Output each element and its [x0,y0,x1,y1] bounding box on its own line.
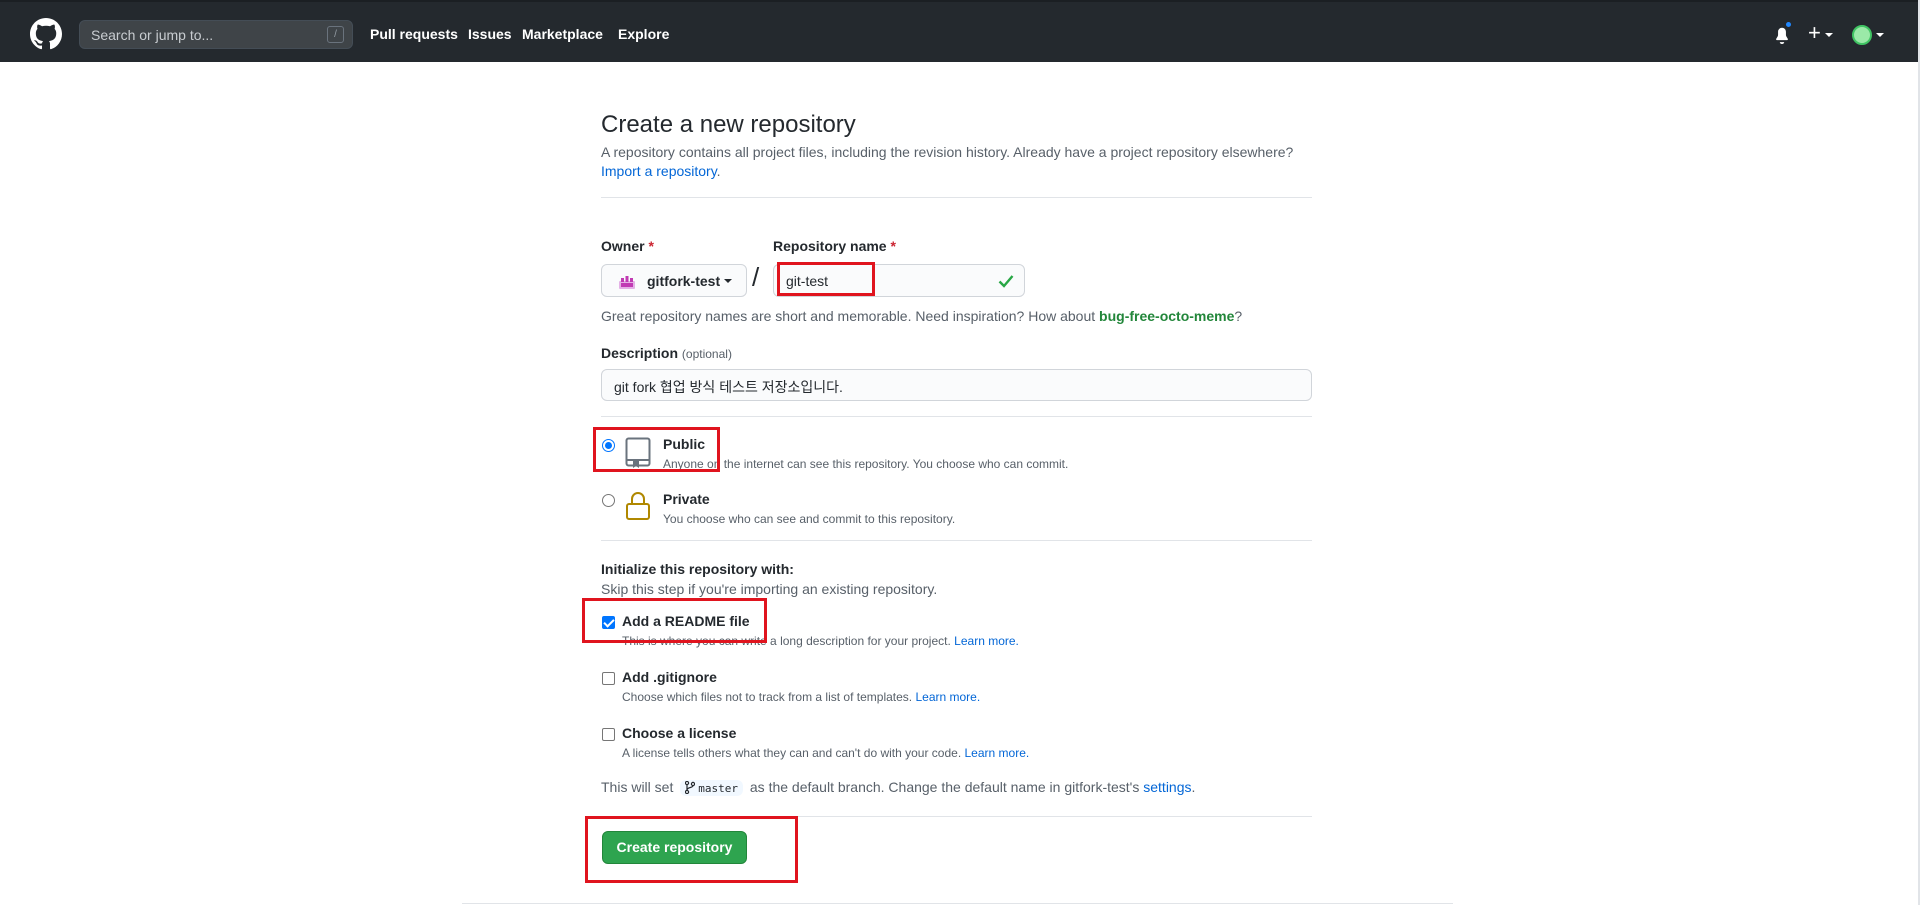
public-description: Anyone on the internet can see this repo… [663,457,1069,471]
user-menu-caret-icon[interactable] [1876,33,1884,37]
optional-tag: (optional) [681,347,732,361]
create-new-caret-icon[interactable] [1825,33,1833,37]
suggested-name-link[interactable]: bug-free-octo-meme [1099,308,1234,324]
branch-note-suffix: . [1191,779,1196,795]
user-avatar[interactable] [1852,25,1872,45]
branch-note-prefix: This will set [601,779,674,795]
create-new-icon[interactable]: + [1808,22,1821,44]
readme-learn-more-link[interactable]: Learn more. [954,634,1019,648]
global-header: Search or jump to... / Pull requests Iss… [0,0,1918,62]
owner-avatar-icon [619,276,635,289]
repo-name-label-text: Repository name [773,238,887,254]
unread-indicator-dot [1784,20,1793,29]
description-label: Description (optional) [601,345,732,361]
lock-icon [626,492,650,520]
gitignore-title: Add .gitignore [622,669,717,685]
search-placeholder: Search or jump to... [91,27,214,43]
import-link-suffix: . [716,163,721,179]
owner-label: Owner * [601,238,654,254]
import-repository-link[interactable]: Import a repository [601,163,717,179]
license-learn-more-link[interactable]: Learn more. [965,746,1030,760]
license-description: A license tells others what they can and… [622,746,1029,760]
owner-name: gitfork-test [647,273,721,289]
repo-name-label: Repository name * [773,238,896,254]
annotation-highlight-readme [582,598,767,643]
search-input[interactable]: Search or jump to... / [79,20,353,49]
owner-label-text: Owner [601,238,645,254]
page-title: Create a new repository [601,111,856,138]
hint-suffix: ? [1234,308,1243,324]
annotation-highlight-public [593,427,720,472]
annotation-highlight-repo-name [777,262,875,296]
footer-divider [462,903,1453,904]
page-subtitle: A repository contains all project files,… [601,144,1294,160]
divider [601,197,1312,198]
description-value: git fork 협업 방식 테스트 저장소입니다. [614,379,843,395]
initialize-heading: Initialize this repository with: [601,561,794,577]
required-mark: * [648,238,654,254]
divider [601,416,1312,417]
gitignore-checkbox[interactable] [602,672,615,685]
annotation-highlight-create-button [585,816,798,883]
settings-link[interactable]: settings [1143,779,1191,795]
license-description-text: A license tells others what they can and… [622,746,962,760]
private-title: Private [663,491,710,507]
gitignore-description: Choose which files not to track from a l… [622,690,980,704]
gitignore-learn-more-link[interactable]: Learn more. [915,690,980,704]
owner-select[interactable]: gitfork-test [601,264,747,297]
private-description: You choose who can see and commit to thi… [663,512,956,526]
valid-check-icon [998,275,1014,288]
gitignore-description-text: Choose which files not to track from a l… [622,690,913,704]
description-label-text: Description [601,345,679,361]
github-logo-icon[interactable] [30,18,62,50]
default-branch-note: This will set master as the default bran… [601,779,1195,796]
nav-issues[interactable]: Issues [468,26,512,42]
divider [601,540,1312,541]
import-repository-line: Import a repository. [601,163,721,179]
name-suggestion-hint: Great repository names are short and mem… [601,308,1242,324]
private-radio[interactable] [602,494,615,507]
nav-explore[interactable]: Explore [618,26,669,42]
hint-text: Great repository names are short and mem… [601,308,1100,324]
nav-marketplace[interactable]: Marketplace [522,26,603,42]
required-mark: * [890,238,896,254]
git-branch-icon [685,781,696,794]
branch-note-middle: as the default branch. Change the defaul… [749,779,1140,795]
owner-dropdown-caret-icon [724,279,732,283]
nav-pull-requests[interactable]: Pull requests [370,26,458,42]
branch-name-chip: master [680,780,743,796]
initialize-subtitle: Skip this step if you're importing an ex… [601,581,938,597]
branch-name: master [698,782,738,795]
description-input[interactable]: git fork 협업 방식 테스트 저장소입니다. [601,369,1312,401]
search-shortcut-key: / [327,26,344,43]
owner-repo-separator: / [752,262,760,292]
license-checkbox[interactable] [602,728,615,741]
license-title: Choose a license [622,725,737,741]
